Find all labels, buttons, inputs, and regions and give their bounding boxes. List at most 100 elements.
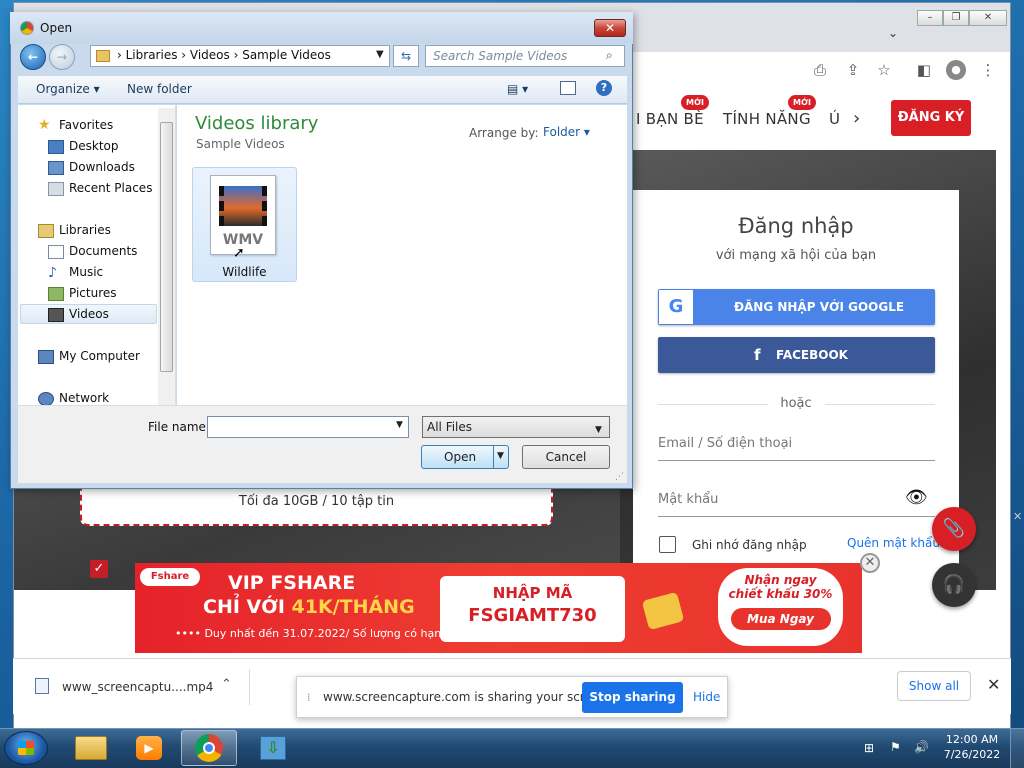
nav-downloads[interactable]: Downloads <box>69 160 135 174</box>
nav-pictures[interactable]: Pictures <box>69 286 117 300</box>
organize-button[interactable]: Organize ▾ <box>36 82 100 96</box>
dialog-toolbar: Organize ▾ New folder ▤ ▾ ? <box>18 76 627 104</box>
new-folder-button[interactable]: New folder <box>127 82 192 96</box>
nav-desktop[interactable]: Desktop <box>69 139 119 153</box>
start-button[interactable] <box>4 731 48 765</box>
desktop-icon <box>48 140 64 154</box>
nav-documents[interactable]: Documents <box>69 244 137 258</box>
show-password-eye-icon[interactable]: 👁 <box>905 487 928 508</box>
open-button[interactable]: Open ▼ <box>421 445 509 469</box>
menu-kebab-icon[interactable]: ⋮ <box>978 60 998 80</box>
file-name-dropdown-icon[interactable]: ▼ <box>396 420 403 430</box>
network-tray-icon[interactable]: ⊞ <box>864 741 874 755</box>
browser-maximize-button[interactable]: ❐ <box>943 10 969 26</box>
breadcrumb-libraries[interactable]: Libraries <box>126 48 178 62</box>
nav-music[interactable]: Music <box>69 265 103 279</box>
film-strip-icon <box>219 186 267 226</box>
help-icon[interactable]: ? <box>596 80 612 96</box>
support-headset-icon[interactable]: 🎧 <box>932 563 976 607</box>
ad-buy-button[interactable]: Mua Ngay <box>730 608 831 630</box>
signup-button[interactable]: ĐĂNG KÝ <box>891 100 971 136</box>
nav-recent-places[interactable]: Recent Places <box>69 181 152 195</box>
nav-network[interactable]: Network <box>59 391 109 405</box>
google-login-label: ĐĂNG NHẬP VỚI GOOGLE <box>733 300 905 314</box>
taskbar-screencapture-button[interactable]: ⇩ <box>244 730 300 766</box>
remember-checkbox[interactable] <box>659 536 676 553</box>
show-all-button[interactable]: Show all <box>897 671 971 701</box>
browser-minimize-button[interactable]: – <box>917 10 943 26</box>
shelf-close-icon[interactable]: ✕ <box>987 675 1000 694</box>
chrome-logo-icon <box>195 734 223 762</box>
facebook-login-button[interactable]: f FACEBOOK <box>658 337 935 373</box>
ad-discount-badge: Nhận ngay chiết khấu 30% Mua Ngay <box>718 568 843 646</box>
drag-handle-icon[interactable]: ⁞ <box>307 691 311 704</box>
download-chevron-up-icon[interactable]: ⌃ <box>221 677 232 692</box>
login-title: Đăng nhập <box>738 214 854 238</box>
arrange-by-dropdown[interactable]: Folder ▾ <box>543 125 590 139</box>
arrange-by-value: Folder <box>543 125 581 139</box>
ad-note: •••• Duy nhất đến 31.07.2022/ Số lượng c… <box>175 627 471 640</box>
cancel-button[interactable]: Cancel <box>522 445 610 469</box>
ad-code: FSGIAMT730 <box>468 605 597 626</box>
translate-icon[interactable]: ⎙ <box>810 60 830 80</box>
ad-code-label: NHẬP MÃ <box>492 584 573 602</box>
taskbar-chrome-button[interactable] <box>181 730 237 766</box>
nav-item-more[interactable]: Ú <box>829 110 840 128</box>
folder-icon <box>96 50 110 62</box>
stop-sharing-button[interactable]: Stop sharing <box>582 682 683 713</box>
breadcrumb-sample-videos[interactable]: Sample Videos <box>242 48 331 62</box>
bookmark-star-icon[interactable]: ☆ <box>874 60 894 80</box>
nav-scrollbar-thumb[interactable] <box>160 122 173 372</box>
email-field[interactable]: Email / Số điện thoại <box>658 436 792 451</box>
address-dropdown-icon[interactable]: ▼ <box>376 49 384 60</box>
taskbar-explorer-button[interactable] <box>63 730 119 766</box>
action-center-flag-icon[interactable]: ⚑ <box>890 740 901 754</box>
system-clock[interactable]: 12:00 AM 7/26/2022 <box>942 732 1002 762</box>
nav-next-chevron-icon[interactable]: › <box>853 108 860 129</box>
address-bar[interactable]: › Libraries › Videos › Sample Videos ▼ <box>90 45 390 67</box>
nav-item-features[interactable]: TÍNH NĂNG <box>723 110 811 128</box>
dialog-close-button[interactable]: ✕ <box>594 19 626 37</box>
nav-item-friends[interactable]: I BẠN BÈ <box>636 110 704 128</box>
forward-arrow-icon[interactable]: → <box>49 44 75 70</box>
show-desktop-button[interactable] <box>1010 729 1024 768</box>
download-filename[interactable]: www_screencaptu....mp4 <box>62 680 213 694</box>
media-player-icon: ▶ <box>136 736 162 760</box>
ad-brand-logo: Fshare <box>140 568 200 586</box>
search-input[interactable]: Search Sample Videos <box>425 45 625 67</box>
share-icon[interactable]: ⇪ <box>843 60 863 80</box>
open-split-dropdown-icon[interactable]: ▼ <box>497 451 504 461</box>
nav-videos[interactable]: Videos <box>69 307 109 321</box>
tab-search-chevron-icon[interactable]: ⌄ <box>888 26 898 40</box>
nav-libraries[interactable]: Libraries <box>59 223 111 237</box>
search-icon[interactable]: ⌕ <box>606 48 613 63</box>
password-field[interactable]: Mật khẩu <box>658 492 718 507</box>
refresh-icon[interactable]: ⇆ <box>393 45 419 67</box>
forgot-password-link[interactable]: Quên mật khẩu? <box>847 536 946 550</box>
divider-line <box>658 404 768 405</box>
browser-close-button[interactable]: ✕ <box>969 10 1007 26</box>
email-underline <box>658 460 935 461</box>
taskbar-media-player-button[interactable]: ▶ <box>121 730 177 766</box>
file-type-select[interactable]: All Files ▼ <box>422 416 610 438</box>
side-panel-icon[interactable]: ◧ <box>914 60 934 80</box>
dialog-title-bar[interactable]: Open <box>10 12 633 44</box>
library-title: Videos library <box>195 113 319 134</box>
profile-avatar-icon[interactable]: ● <box>946 60 966 80</box>
file-name-input[interactable]: ▼ <box>207 416 409 438</box>
view-options-icon[interactable]: ▤ ▾ <box>507 82 528 96</box>
attach-clip-icon[interactable]: 📎 <box>932 507 976 551</box>
nav-my-computer[interactable]: My Computer <box>59 349 140 363</box>
downloads-icon <box>48 161 64 175</box>
file-item-wildlife[interactable]: WMV Wildlife <box>192 167 297 282</box>
ad-close-icon[interactable]: ✕ <box>860 553 880 573</box>
preview-pane-icon[interactable] <box>560 81 576 95</box>
nav-favorites[interactable]: Favorites <box>59 118 113 132</box>
breadcrumb-videos[interactable]: Videos <box>190 48 230 62</box>
back-arrow-icon[interactable]: ← <box>20 44 46 70</box>
resize-grip-icon[interactable]: ⋰ <box>615 472 624 482</box>
terms-checkbox[interactable]: ✓ <box>90 560 108 578</box>
volume-icon[interactable]: 🔊 <box>914 740 929 754</box>
hide-button[interactable]: Hide <box>693 690 720 704</box>
google-login-button[interactable]: ĐĂNG NHẬP VỚI GOOGLE <box>658 289 935 325</box>
